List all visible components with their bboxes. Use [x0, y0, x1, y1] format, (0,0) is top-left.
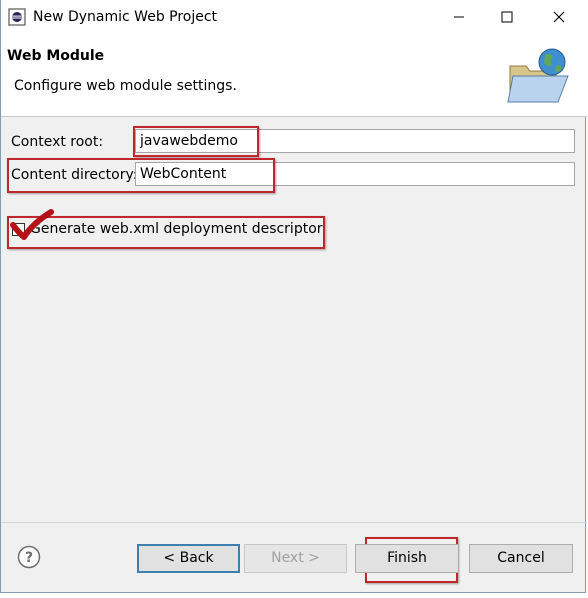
generate-xml-highlight: [7, 216, 325, 249]
close-icon[interactable]: [548, 6, 570, 28]
maximize-icon[interactable]: [496, 6, 518, 28]
context-root-highlight: [133, 126, 259, 157]
next-button[interactable]: Next >: [244, 544, 347, 573]
content-directory-highlight: [7, 158, 275, 193]
finish-button[interactable]: Finish: [355, 544, 459, 573]
window-title: New Dynamic Web Project: [33, 9, 218, 25]
cancel-button[interactable]: Cancel: [469, 544, 573, 573]
dialog-window: New Dynamic Web Project Web Module Confi…: [0, 0, 587, 593]
footer-divider: [1, 522, 587, 523]
wizard-banner: Web Module Configure web module settings…: [1, 36, 587, 117]
svg-text:?: ?: [25, 550, 33, 566]
minimize-icon[interactable]: [448, 6, 470, 28]
context-root-label: Context root:: [11, 134, 104, 150]
title-bar: New Dynamic Web Project: [1, 0, 587, 36]
back-button[interactable]: < Back: [137, 544, 240, 573]
page-title: Web Module: [7, 48, 105, 64]
eclipse-icon: [8, 8, 26, 26]
folder-globe-icon: [507, 48, 569, 103]
page-description: Configure web module settings.: [14, 78, 237, 94]
help-icon[interactable]: ?: [17, 545, 41, 569]
